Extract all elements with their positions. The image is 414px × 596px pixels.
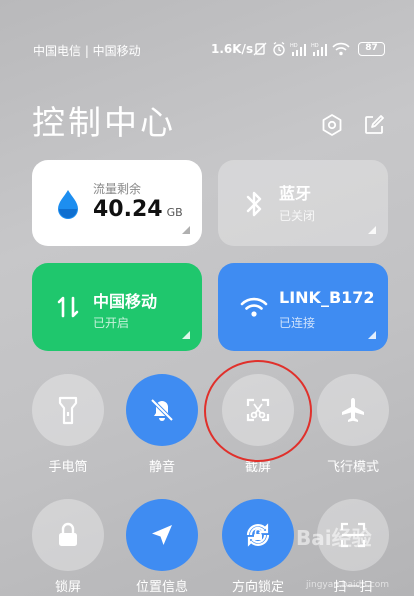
airplane-icon [342, 398, 364, 422]
data-usage-tile[interactable]: 流量剩余 40.24 GB [32, 160, 202, 246]
silent-label: 静音 [148, 460, 175, 475]
wifi-icon [332, 42, 350, 56]
watermark-logo: Bai经验 [296, 526, 372, 550]
data-arrows-icon [57, 296, 79, 318]
status-bar: 中国电信 | 中国移动 1.6K/s HD HD 87 [0, 0, 414, 100]
expand-corner-icon [182, 331, 190, 339]
lock-icon [59, 522, 77, 546]
wifi-ssid: LINK_B172 [279, 288, 375, 307]
settings-icon[interactable] [320, 113, 344, 137]
vibrate-off-icon [253, 42, 267, 56]
page-title: 控制中心 [32, 103, 176, 142]
bluetooth-label: 蓝牙 [279, 184, 312, 203]
lock-screen-button[interactable] [32, 499, 104, 571]
water-drop-icon [58, 190, 78, 219]
lock-screen-label: 锁屏 [54, 580, 81, 595]
edit-icon[interactable] [362, 113, 386, 137]
flashlight-label: 手电筒 [48, 460, 88, 475]
carrier-label: 中国电信 | 中国移动 [33, 44, 141, 58]
wifi-tile[interactable]: LINK_B172 已连接 [218, 263, 388, 351]
expand-corner-icon [182, 226, 190, 234]
expand-corner-icon [368, 331, 376, 339]
rotation-lock-label: 方向锁定 [231, 580, 284, 595]
airplane-mode-button[interactable] [317, 374, 389, 446]
flashlight-button[interactable] [32, 374, 104, 446]
highlight-circle [204, 360, 312, 462]
bell-off-icon [150, 398, 174, 422]
svg-text:HD: HD [311, 43, 319, 49]
bluetooth-tile[interactable]: 蓝牙 已关闭 [218, 160, 388, 246]
mobile-data-status: 已开启 [93, 316, 130, 330]
status-icons: HD HD [252, 38, 350, 60]
watermark-url: jingyan.baidu.com [306, 580, 390, 590]
data-usage-value: 40.24 GB [93, 197, 183, 222]
expand-corner-icon [368, 226, 376, 234]
signal-hd-icon: HD [311, 43, 327, 56]
data-usage-unit: GB [166, 206, 183, 219]
flashlight-icon [58, 396, 78, 425]
mobile-data-tile[interactable]: 中国移动 已开启 [32, 263, 202, 351]
svg-text:HD: HD [290, 43, 298, 49]
network-speed: 1.6K/s [211, 42, 254, 56]
location-label: 位置信息 [135, 580, 188, 595]
airplane-mode-label: 飞行模式 [326, 460, 379, 475]
rotation-lock-button[interactable] [222, 499, 294, 571]
signal-hd-icon: HD [290, 43, 306, 56]
rotation-lock-icon [246, 523, 270, 547]
location-button[interactable] [126, 499, 198, 571]
battery-icon: 87 [358, 42, 385, 56]
silent-button[interactable] [126, 374, 198, 446]
data-usage-label: 流量剩余 [93, 182, 142, 196]
mobile-data-label: 中国移动 [93, 292, 158, 311]
location-arrow-icon [152, 525, 172, 545]
bluetooth-icon [246, 191, 262, 217]
wifi-status: 已连接 [279, 316, 316, 330]
alarm-icon [273, 41, 285, 56]
bluetooth-status: 已关闭 [279, 209, 316, 223]
wifi-icon [240, 297, 268, 317]
